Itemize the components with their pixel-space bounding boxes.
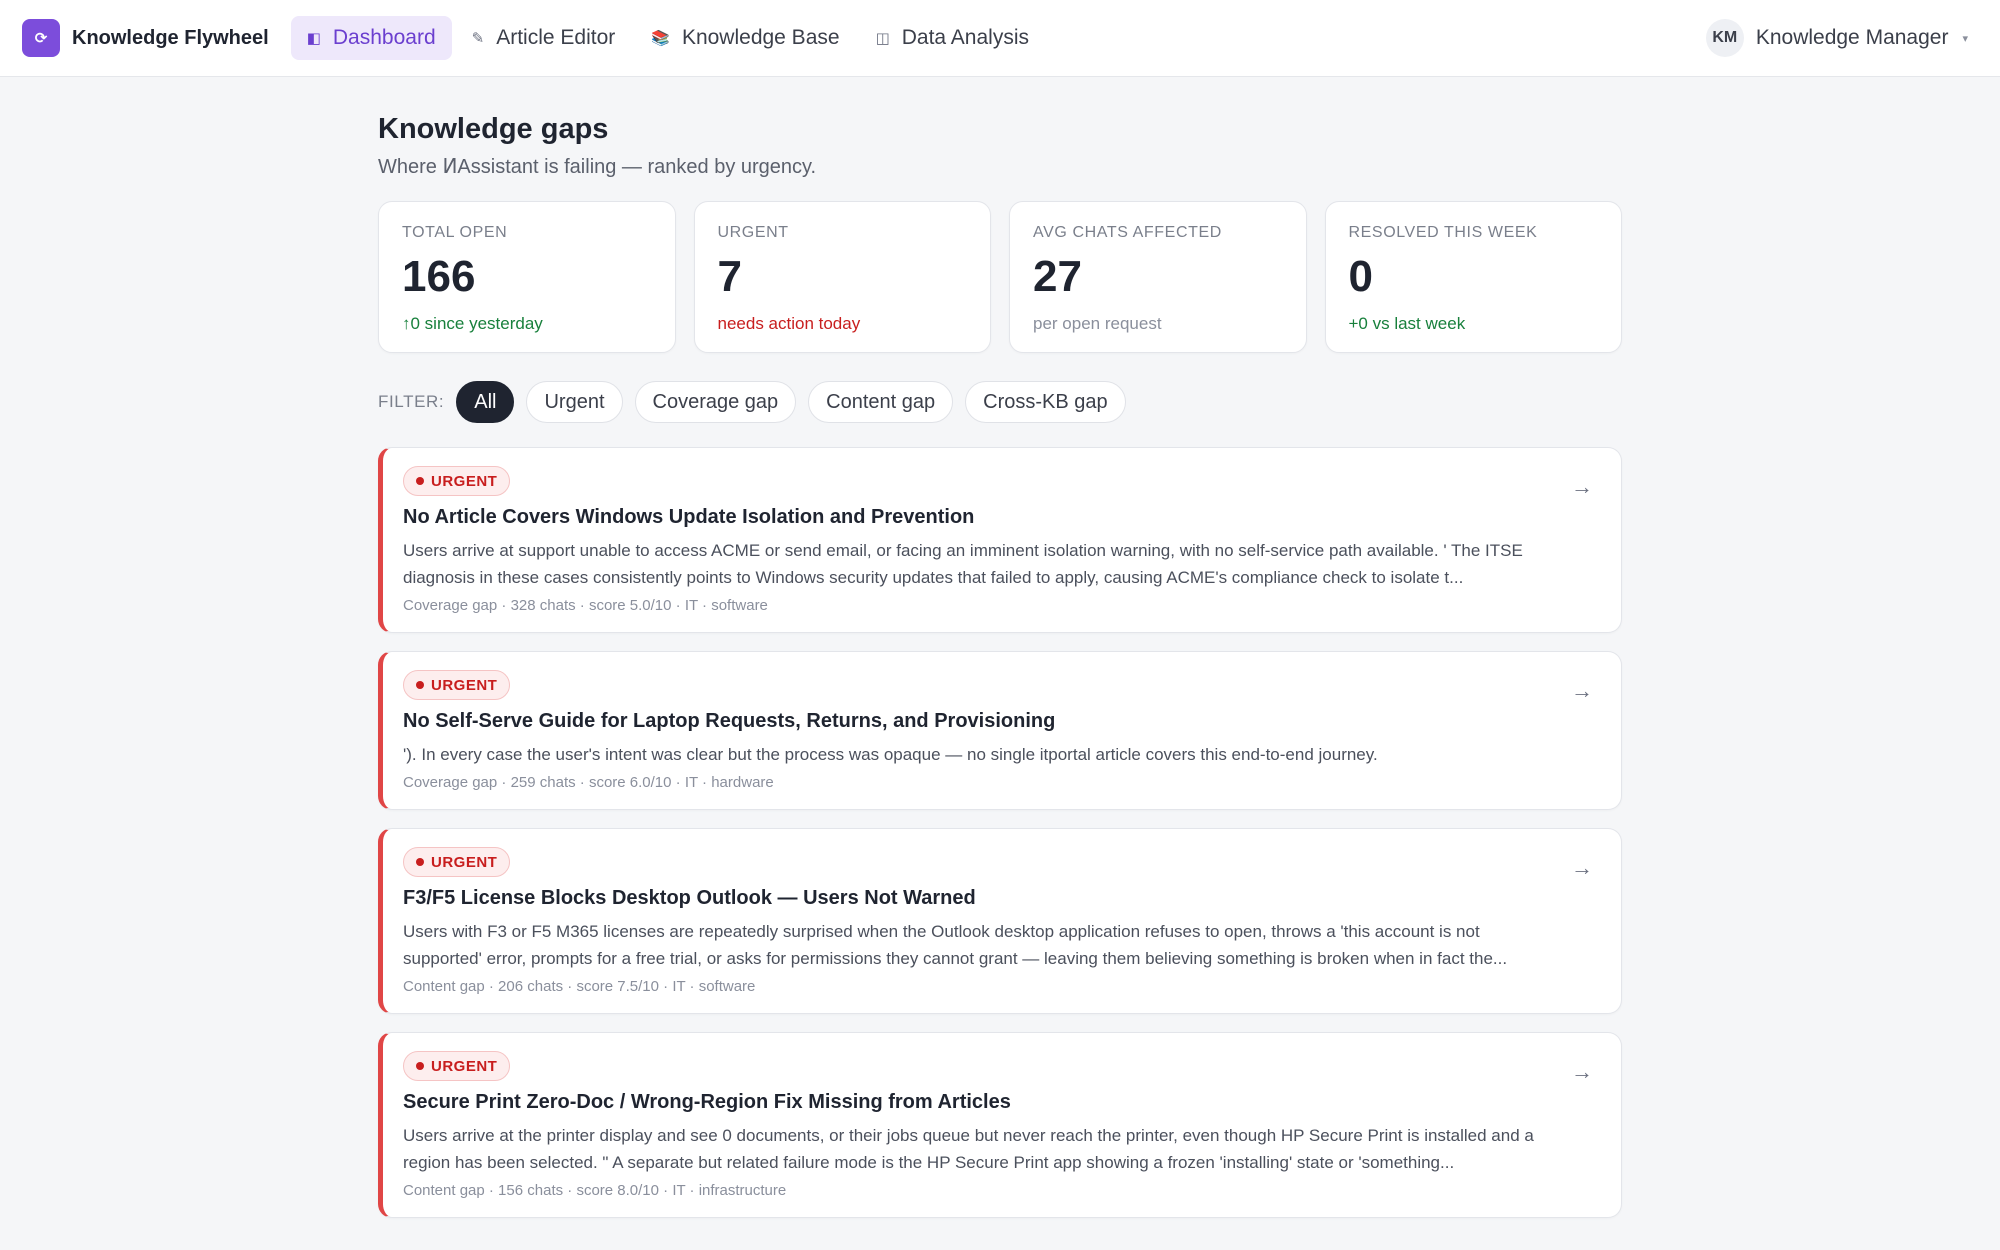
- arrow-right-icon[interactable]: →: [1571, 474, 1593, 500]
- gap-description: Users with F3 or F5 M365 licenses are re…: [403, 922, 1508, 968]
- badge-label: URGENT: [431, 472, 498, 490]
- stat-note: +0 vs last week: [1348, 314, 1466, 333]
- gap-title: No Article Covers Windows Update Isolati…: [403, 506, 975, 528]
- gap-card[interactable]: URGENT F3/F5 License Blocks Desktop Outl…: [378, 828, 1622, 1014]
- arrow-right-icon[interactable]: →: [1571, 1059, 1593, 1085]
- status-dot-icon: [416, 681, 424, 689]
- nav-item-data-analysis[interactable]: ◫ Data Analysis: [860, 16, 1045, 60]
- nav-item-article-editor[interactable]: ✎ Article Editor: [456, 16, 632, 60]
- stat-card-avg-chats: AVG CHATS AFFECTED 27 per open request: [1009, 201, 1307, 353]
- urgent-badge: URGENT: [403, 670, 511, 700]
- user-name: Knowledge Manager: [1755, 26, 1949, 49]
- stat-note: ↑0 since yesterday: [402, 314, 543, 333]
- stat-label: RESOLVED THIS WEEK: [1348, 224, 1538, 241]
- columns-icon: ◫: [875, 30, 890, 47]
- arrow-right-icon[interactable]: →: [1571, 678, 1593, 704]
- filter-chip-coverage-gap[interactable]: Coverage gap: [634, 381, 797, 423]
- gap-title: No Self-Serve Guide for Laptop Requests,…: [403, 710, 1056, 732]
- nav-item-knowledge-base[interactable]: 📚 Knowledge Base: [635, 16, 855, 60]
- main-nav: ◧ Dashboard ✎ Article Editor 📚 Knowledge…: [290, 16, 1049, 60]
- gap-card[interactable]: URGENT No Article Covers Windows Update …: [378, 447, 1622, 633]
- status-dot-icon: [416, 477, 424, 485]
- stat-note: per open request: [1033, 314, 1162, 333]
- nav-item-label: Article Editor: [496, 26, 616, 49]
- badge-label: URGENT: [431, 676, 498, 694]
- flywheel-logo-icon: ⟳: [22, 19, 60, 57]
- filter-chip-all[interactable]: All: [456, 381, 515, 423]
- gap-description: Users arrive at support unable to access…: [403, 541, 1523, 587]
- pencil-icon: ✎: [471, 30, 485, 47]
- dashboard-icon: ◧: [306, 30, 321, 47]
- stat-label: TOTAL OPEN: [402, 224, 508, 241]
- books-icon: 📚: [651, 30, 670, 47]
- stat-label: URGENT: [717, 224, 789, 241]
- gap-meta: Coverage gap · 259 chats · score 6.0/10 …: [403, 774, 774, 791]
- stat-card-urgent: URGENT 7 needs action today: [693, 201, 991, 353]
- stat-value: 166: [402, 252, 476, 301]
- filter-label: FILTER:: [378, 392, 445, 411]
- main-content: Knowledge gaps Where ͶAssistant is faili…: [378, 77, 1622, 1236]
- urgent-badge: URGENT: [403, 466, 511, 496]
- gap-list: URGENT No Article Covers Windows Update …: [378, 447, 1622, 1218]
- urgent-badge: URGENT: [403, 847, 511, 877]
- page-title: Knowledge gaps: [378, 113, 609, 145]
- stat-value: 7: [717, 252, 742, 301]
- chevron-down-icon: ▾: [1962, 32, 1968, 45]
- brand[interactable]: ⟳ Knowledge Flywheel: [22, 19, 269, 57]
- urgent-badge: URGENT: [403, 1051, 511, 1081]
- filter-chip-cross-kb-gap[interactable]: Cross-KB gap: [965, 381, 1126, 423]
- nav-item-dashboard[interactable]: ◧ Dashboard: [290, 16, 452, 60]
- nav-item-label: Knowledge Base: [681, 26, 840, 49]
- stat-note: needs action today: [717, 314, 861, 333]
- stat-card-total-open: TOTAL OPEN 166 ↑0 since yesterday: [378, 201, 676, 353]
- stat-value: 0: [1348, 252, 1373, 301]
- top-navbar: ⟳ Knowledge Flywheel ◧ Dashboard ✎ Artic…: [0, 0, 2000, 77]
- gap-meta: Content gap · 206 chats · score 7.5/10 ·…: [403, 978, 756, 995]
- gap-description: '). In every case the user's intent was …: [403, 745, 1378, 764]
- arrow-right-icon[interactable]: →: [1571, 855, 1593, 881]
- stat-value: 27: [1033, 252, 1082, 301]
- gap-title: F3/F5 License Blocks Desktop Outlook — U…: [403, 887, 976, 909]
- page-subtitle: Where ͶAssistant is failing — ranked by …: [378, 156, 817, 178]
- badge-label: URGENT: [431, 1057, 498, 1075]
- stat-label: AVG CHATS AFFECTED: [1033, 224, 1222, 241]
- gap-description: Users arrive at the printer display and …: [403, 1126, 1534, 1172]
- filter-bar: FILTER: All Urgent Coverage gap Content …: [378, 381, 1622, 423]
- app-name: Knowledge Flywheel: [72, 26, 269, 49]
- filter-chip-content-gap[interactable]: Content gap: [808, 381, 954, 423]
- avatar: KM: [1705, 19, 1744, 57]
- badge-label: URGENT: [431, 853, 498, 871]
- nav-item-label: Dashboard: [332, 26, 436, 49]
- status-dot-icon: [416, 1062, 424, 1070]
- filter-chip-urgent[interactable]: Urgent: [526, 381, 623, 423]
- user-menu[interactable]: KM Knowledge Manager ▾: [1705, 19, 1968, 57]
- gap-meta: Coverage gap · 328 chats · score 5.0/10 …: [403, 597, 768, 614]
- gap-title: Secure Print Zero-Doc / Wrong-Region Fix…: [403, 1091, 1011, 1113]
- status-dot-icon: [416, 858, 424, 866]
- gap-card[interactable]: URGENT Secure Print Zero-Doc / Wrong-Reg…: [378, 1032, 1622, 1218]
- gap-meta: Content gap · 156 chats · score 8.0/10 ·…: [403, 1182, 787, 1199]
- stats-row: TOTAL OPEN 166 ↑0 since yesterday URGENT…: [378, 201, 1622, 353]
- stat-card-resolved-week: RESOLVED THIS WEEK 0 +0 vs last week: [1324, 201, 1622, 353]
- gap-card[interactable]: URGENT No Self-Serve Guide for Laptop Re…: [378, 651, 1622, 810]
- nav-item-label: Data Analysis: [901, 26, 1029, 49]
